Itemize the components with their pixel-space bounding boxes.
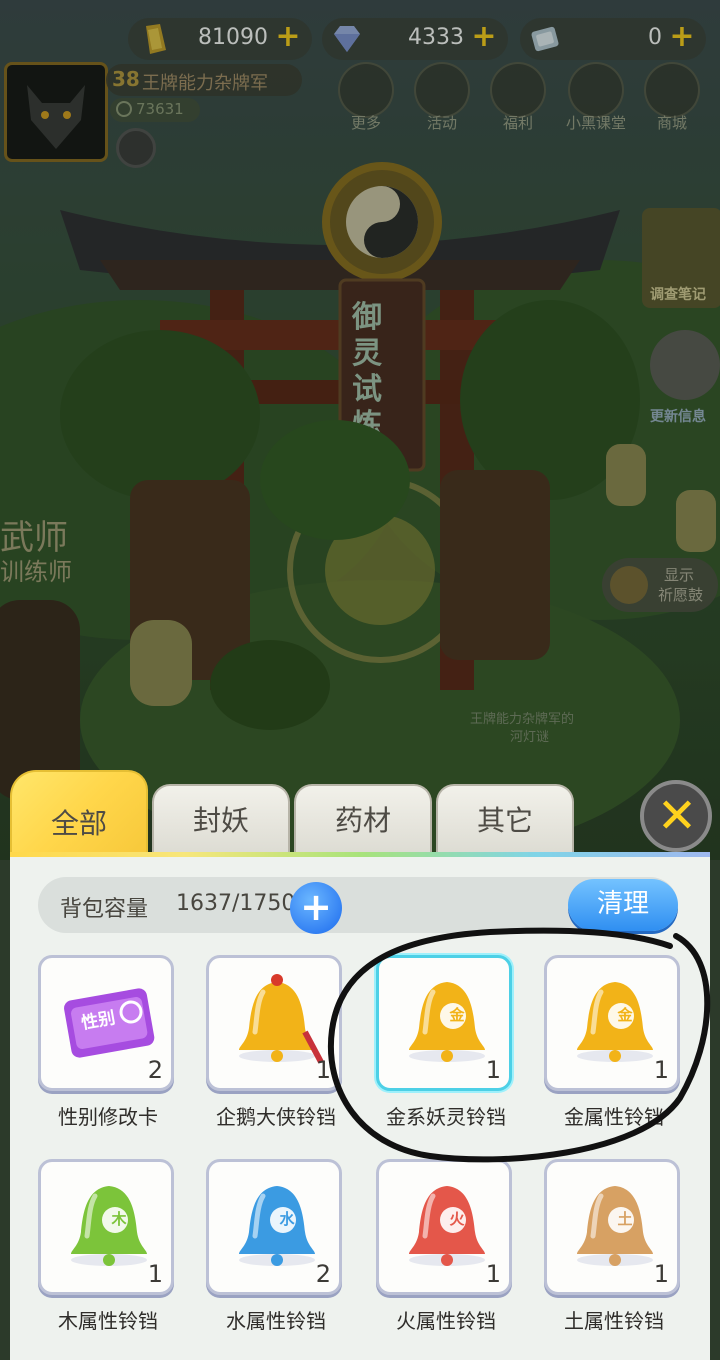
diamond-icon <box>334 26 360 52</box>
player-power: 73631 <box>136 100 184 118</box>
menu-more[interactable]: 更多 <box>336 62 396 138</box>
lantern <box>130 620 192 706</box>
item-label: 性别修改卡 <box>58 1105 158 1129</box>
item-label: 火属性铃铛 <box>396 1309 496 1333</box>
menu-label: 活动 <box>426 114 457 132</box>
more-icon <box>338 62 394 118</box>
gold-amount: 81090 <box>198 25 268 50</box>
item-slot[interactable]: 木1 <box>38 1159 174 1295</box>
game-scene: 御灵试炼 武师 训练师 调查笔记 更新信息 显示 祈愿鼓 王牌能力杂牌军的 河灯… <box>0 0 720 860</box>
item-badge: 火 <box>449 1210 465 1228</box>
close-button[interactable]: ✕ <box>640 780 712 852</box>
power-icon <box>116 101 132 117</box>
tab-seal[interactable]: 封妖 <box>152 784 290 856</box>
crystal-amount: 0 <box>648 25 662 50</box>
player-avatar[interactable] <box>4 62 108 162</box>
wish-drum-label: 祈愿鼓 <box>658 586 704 604</box>
tree <box>60 330 260 500</box>
item-count: 2 <box>147 1056 163 1084</box>
item-count: 1 <box>485 1260 501 1288</box>
tree <box>260 420 410 540</box>
add-gold-icon[interactable]: + <box>274 22 302 52</box>
menu-event[interactable]: 活动 <box>412 62 472 138</box>
penguin-bell-icon <box>239 974 324 1064</box>
bush <box>210 640 330 730</box>
inventory-item[interactable]: 水 2 水属性铃铛 <box>206 1159 346 1339</box>
drum-icon <box>610 566 648 604</box>
menu-label: 小黑课堂 <box>565 114 626 132</box>
item-badge: 木 <box>111 1210 127 1228</box>
item-count: 2 <box>315 1260 331 1288</box>
gift-icon <box>490 62 546 118</box>
item-label: 水属性铃铛 <box>226 1309 326 1333</box>
item-badge: 土 <box>617 1210 633 1228</box>
item-badge: 水 <box>279 1210 295 1228</box>
wish-drum-toggle[interactable]: 显示 祈愿鼓 <box>602 558 718 612</box>
item-count: 1 <box>653 1260 669 1288</box>
tree-trunk <box>440 470 550 660</box>
event-icon <box>414 62 470 118</box>
inventory-item[interactable]: 木 1 木属性铃铛 <box>38 1159 178 1339</box>
inventory-item[interactable]: 土 1 土属性铃铛 <box>544 1159 684 1339</box>
tab-herbs[interactable]: 药材 <box>294 784 432 856</box>
gold-currency[interactable]: 81090 + <box>128 18 312 60</box>
npc-subtitle: 训练师 <box>0 558 72 586</box>
player-level: 38 <box>112 67 140 91</box>
capacity-label: 背包容量 <box>60 897 149 922</box>
item-label: 土属性铃铛 <box>564 1309 664 1333</box>
inventory-item[interactable]: 火 1 火属性铃铛 <box>376 1159 516 1339</box>
item-count: 1 <box>147 1260 163 1288</box>
inventory-item[interactable]: 性别 2 性别修改卡 <box>38 955 178 1135</box>
diamond-amount: 4333 <box>408 25 464 50</box>
update-info-button[interactable]: 更新信息 <box>650 330 720 425</box>
update-info-label: 更新信息 <box>650 409 706 425</box>
item-label: 木属性铃铛 <box>58 1309 158 1333</box>
classroom-icon <box>568 62 624 118</box>
menu-shop[interactable]: 商城 <box>642 62 702 138</box>
diamond-currency[interactable]: 4333 + <box>322 18 508 60</box>
add-crystal-icon[interactable]: + <box>668 22 696 52</box>
river-lantern-owner: 王牌能力杂牌军的 <box>470 712 575 727</box>
crystal-currency[interactable]: 0 + <box>520 18 706 60</box>
menu-gift[interactable]: 福利 <box>488 62 548 138</box>
player-level-bar: 38 王牌能力杂牌军 <box>106 64 302 96</box>
pokeball-icon[interactable] <box>116 128 156 168</box>
wolf-icon <box>27 85 85 149</box>
lantern <box>606 444 646 506</box>
add-diamond-icon[interactable]: + <box>470 22 498 52</box>
tab-all[interactable]: 全部 <box>10 770 148 856</box>
menu-classroom[interactable]: 小黑课堂 <box>560 62 632 138</box>
investigation-notes-button[interactable]: 调查笔记 <box>642 208 720 308</box>
notes-label: 调查笔记 <box>650 287 706 303</box>
player-power-bar: 73631 <box>110 98 200 122</box>
river-lantern-label: 河灯谜 <box>510 730 550 745</box>
shop-icon <box>644 62 700 118</box>
menu-label: 商城 <box>656 114 687 132</box>
lantern <box>676 490 716 552</box>
close-icon: ✕ <box>656 788 698 844</box>
wish-show-label: 显示 <box>664 566 695 584</box>
menu-label: 更多 <box>350 114 381 132</box>
player-name: 王牌能力杂牌军 <box>142 73 268 94</box>
tab-other[interactable]: 其它 <box>436 784 574 856</box>
item-slot[interactable]: 性别 2 <box>38 955 174 1091</box>
crystal-ticket-icon <box>531 26 559 52</box>
gold-ingot-icon <box>146 24 166 54</box>
capacity-value: 1637/1750 <box>176 891 296 916</box>
menu-label: 福利 <box>502 114 533 132</box>
bag-tabs: 全部 封妖 药材 其它 <box>10 770 580 856</box>
annotation-circle <box>327 927 711 1163</box>
